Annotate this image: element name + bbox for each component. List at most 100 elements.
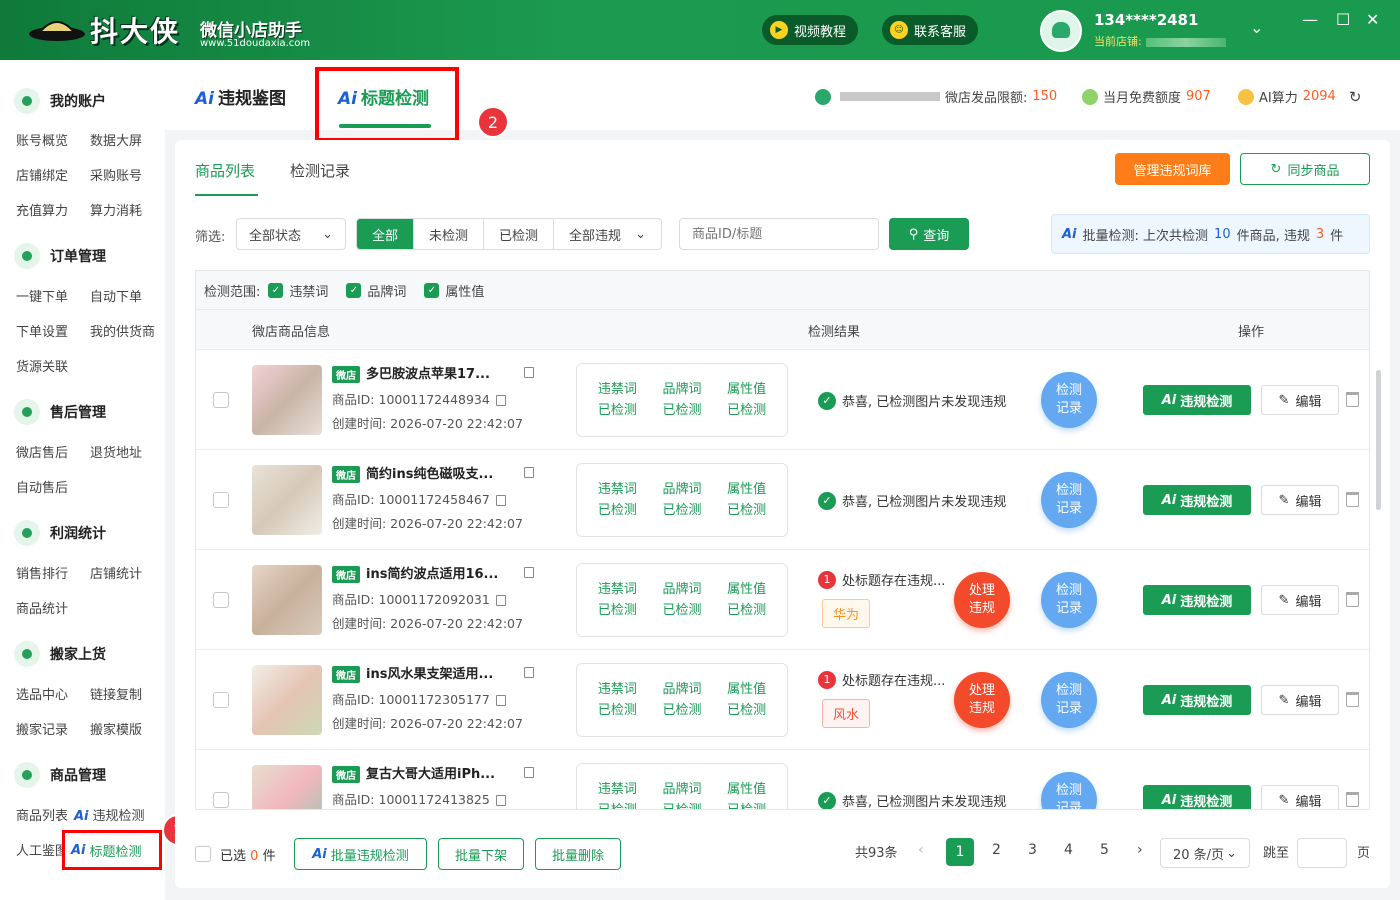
row-checkbox[interactable] bbox=[213, 692, 229, 708]
sidebar-item-shop-aftersale[interactable]: 微店售后 bbox=[16, 442, 68, 461]
refresh-icon[interactable]: ↻ bbox=[1349, 88, 1362, 106]
sidebar-item-migrate-template[interactable]: 搬家模版 bbox=[90, 719, 142, 738]
product-name[interactable]: 微店 复古大哥大适用iPh... bbox=[332, 763, 522, 783]
detect-record-button[interactable]: 检测 记录 bbox=[1041, 672, 1097, 728]
sidebar-item-sales-rank[interactable]: 销售排行 bbox=[16, 563, 68, 582]
page-2[interactable]: 2 bbox=[992, 842, 1001, 858]
select-all-checkbox[interactable] bbox=[195, 846, 211, 862]
trash-icon[interactable] bbox=[1346, 392, 1359, 407]
copy-icon[interactable] bbox=[524, 767, 534, 778]
close-icon[interactable]: ✕ bbox=[1366, 10, 1379, 29]
copy-icon[interactable] bbox=[495, 395, 506, 406]
minimize-icon[interactable]: — bbox=[1302, 10, 1318, 29]
detect-record-button[interactable]: 检测 记录 bbox=[1041, 772, 1097, 809]
sidebar-section-migrate[interactable]: 搬家上货 bbox=[14, 641, 106, 667]
edit-button[interactable]: ✎ 编辑 bbox=[1261, 685, 1339, 715]
product-thumbnail[interactable] bbox=[252, 765, 322, 809]
jump-page-input[interactable] bbox=[1297, 838, 1347, 868]
sidebar-item-product-stats[interactable]: 商品统计 bbox=[16, 598, 68, 617]
sidebar-item-return-address[interactable]: 退货地址 bbox=[90, 442, 142, 461]
violation-detect-button[interactable]: Ai 违规检测 bbox=[1143, 385, 1251, 415]
sidebar-item-purchase-account[interactable]: 采购账号 bbox=[90, 165, 142, 184]
copy-icon[interactable] bbox=[524, 567, 534, 578]
sync-products-button[interactable]: ↻ 同步商品 bbox=[1240, 153, 1370, 185]
sidebar-item-suppliers[interactable]: 我的供货商 bbox=[90, 321, 155, 340]
copy-icon[interactable] bbox=[524, 667, 534, 678]
scope-banned-words[interactable]: ✓ 违禁词 bbox=[268, 281, 328, 300]
page-5[interactable]: 5 bbox=[1100, 842, 1109, 858]
product-name[interactable]: 微店 ins简约波点适用16... bbox=[332, 563, 522, 583]
copy-icon[interactable] bbox=[524, 467, 534, 478]
row-checkbox[interactable] bbox=[213, 792, 229, 808]
batch-offshelf-button[interactable]: 批量下架 bbox=[438, 838, 524, 870]
sidebar-item-title-detect[interactable]: Ai 标题检测 bbox=[62, 830, 162, 870]
sidebar-item-source-link[interactable]: 货源关联 bbox=[16, 356, 68, 375]
row-checkbox[interactable] bbox=[213, 492, 229, 508]
sidebar-item-migrate-record[interactable]: 搬家记录 bbox=[16, 719, 68, 738]
page-1[interactable]: 1 bbox=[946, 838, 974, 866]
process-violation-button[interactable]: 处理 违规 bbox=[954, 572, 1010, 628]
status-select[interactable]: 全部状态 ⌄ bbox=[236, 218, 346, 250]
violation-select[interactable]: 全部违规 ⌄ bbox=[554, 219, 662, 249]
filter-undetected[interactable]: 未检测 bbox=[414, 219, 485, 249]
sidebar-item-shop-stats[interactable]: 店铺统计 bbox=[90, 563, 142, 582]
copy-icon[interactable] bbox=[495, 795, 506, 806]
trash-icon[interactable] bbox=[1346, 792, 1359, 807]
edit-button[interactable]: ✎ 编辑 bbox=[1261, 485, 1339, 515]
chevron-down-icon[interactable]: ⌄ bbox=[1250, 18, 1263, 37]
next-page-icon[interactable]: › bbox=[1137, 842, 1143, 858]
sidebar-item-recharge[interactable]: 充值算力 bbox=[16, 200, 68, 219]
copy-icon[interactable] bbox=[495, 495, 506, 506]
product-name[interactable]: 微店 ins风水果支架适用... bbox=[332, 663, 522, 683]
scope-attribute-values[interactable]: ✓ 属性值 bbox=[424, 281, 484, 300]
sidebar-section-orders[interactable]: 订单管理 bbox=[14, 243, 106, 269]
contact-service-button[interactable]: ☺ 联系客服 bbox=[882, 15, 979, 45]
detect-record-button[interactable]: 检测 记录 bbox=[1041, 572, 1097, 628]
product-thumbnail[interactable] bbox=[252, 665, 322, 735]
sidebar-section-account[interactable]: 我的账户 bbox=[14, 88, 106, 114]
filter-detected[interactable]: 已检测 bbox=[484, 219, 555, 249]
sidebar-item-one-click-order[interactable]: 一键下单 bbox=[16, 286, 68, 305]
detect-record-button[interactable]: 检测 记录 bbox=[1041, 372, 1097, 428]
violation-detect-button[interactable]: Ai 违规检测 bbox=[1143, 585, 1251, 615]
row-checkbox[interactable] bbox=[213, 392, 229, 408]
edit-button[interactable]: ✎ 编辑 bbox=[1261, 585, 1339, 615]
sidebar-item-link-copy[interactable]: 链接复制 bbox=[90, 684, 142, 703]
table-scrollbar[interactable] bbox=[1376, 370, 1381, 510]
search-input[interactable] bbox=[679, 218, 879, 250]
trash-icon[interactable] bbox=[1346, 592, 1359, 607]
detect-record-button[interactable]: 检测 记录 bbox=[1041, 472, 1097, 528]
violation-detect-button[interactable]: Ai 违规检测 bbox=[1143, 785, 1251, 809]
trash-icon[interactable] bbox=[1346, 492, 1359, 507]
product-name[interactable]: 微店 多巴胺波点苹果17... bbox=[332, 363, 522, 383]
video-tutorial-button[interactable]: ▶ 视频教程 bbox=[762, 15, 859, 45]
tab-product-list[interactable]: 商品列表 bbox=[195, 160, 255, 181]
sidebar-item-violation-detect[interactable]: Ai 违规检测 bbox=[74, 805, 145, 824]
violation-detect-button[interactable]: Ai 违规检测 bbox=[1143, 485, 1251, 515]
product-name[interactable]: 微店 简约ins纯色磁吸支... bbox=[332, 463, 522, 483]
manage-words-button[interactable]: 管理违规词库 bbox=[1115, 153, 1230, 185]
query-button[interactable]: ⚲ 查询 bbox=[889, 218, 969, 250]
process-violation-button[interactable]: 处理 违规 bbox=[954, 672, 1010, 728]
batch-detect-button[interactable]: Ai 批量违规检测 bbox=[294, 838, 427, 870]
sidebar-item-auto-aftersale[interactable]: 自动售后 bbox=[16, 477, 68, 496]
tab-detect-record[interactable]: 检测记录 bbox=[290, 160, 350, 181]
row-checkbox[interactable] bbox=[213, 592, 229, 608]
sidebar-section-profit[interactable]: 利润统计 bbox=[14, 520, 106, 546]
product-thumbnail[interactable] bbox=[252, 565, 322, 635]
page-4[interactable]: 4 bbox=[1064, 842, 1073, 858]
tab-violation-image[interactable]: Ai 违规鉴图 bbox=[195, 84, 286, 109]
page-3[interactable]: 3 bbox=[1028, 842, 1037, 858]
copy-icon[interactable] bbox=[524, 367, 534, 378]
edit-button[interactable]: ✎ 编辑 bbox=[1261, 785, 1339, 809]
copy-icon[interactable] bbox=[495, 595, 506, 606]
batch-delete-button[interactable]: 批量删除 bbox=[535, 838, 621, 870]
sidebar-section-aftersale[interactable]: 售后管理 bbox=[14, 399, 106, 425]
sidebar-item-manual-review[interactable]: 人工鉴图 bbox=[16, 840, 68, 859]
sidebar-item-overview[interactable]: 账号概览 bbox=[16, 130, 68, 149]
page-size-select[interactable]: 20 条/页 ⌄ bbox=[1160, 838, 1250, 868]
copy-icon[interactable] bbox=[495, 695, 506, 706]
sidebar-item-order-settings[interactable]: 下单设置 bbox=[16, 321, 68, 340]
trash-icon[interactable] bbox=[1346, 692, 1359, 707]
product-thumbnail[interactable] bbox=[252, 365, 322, 435]
